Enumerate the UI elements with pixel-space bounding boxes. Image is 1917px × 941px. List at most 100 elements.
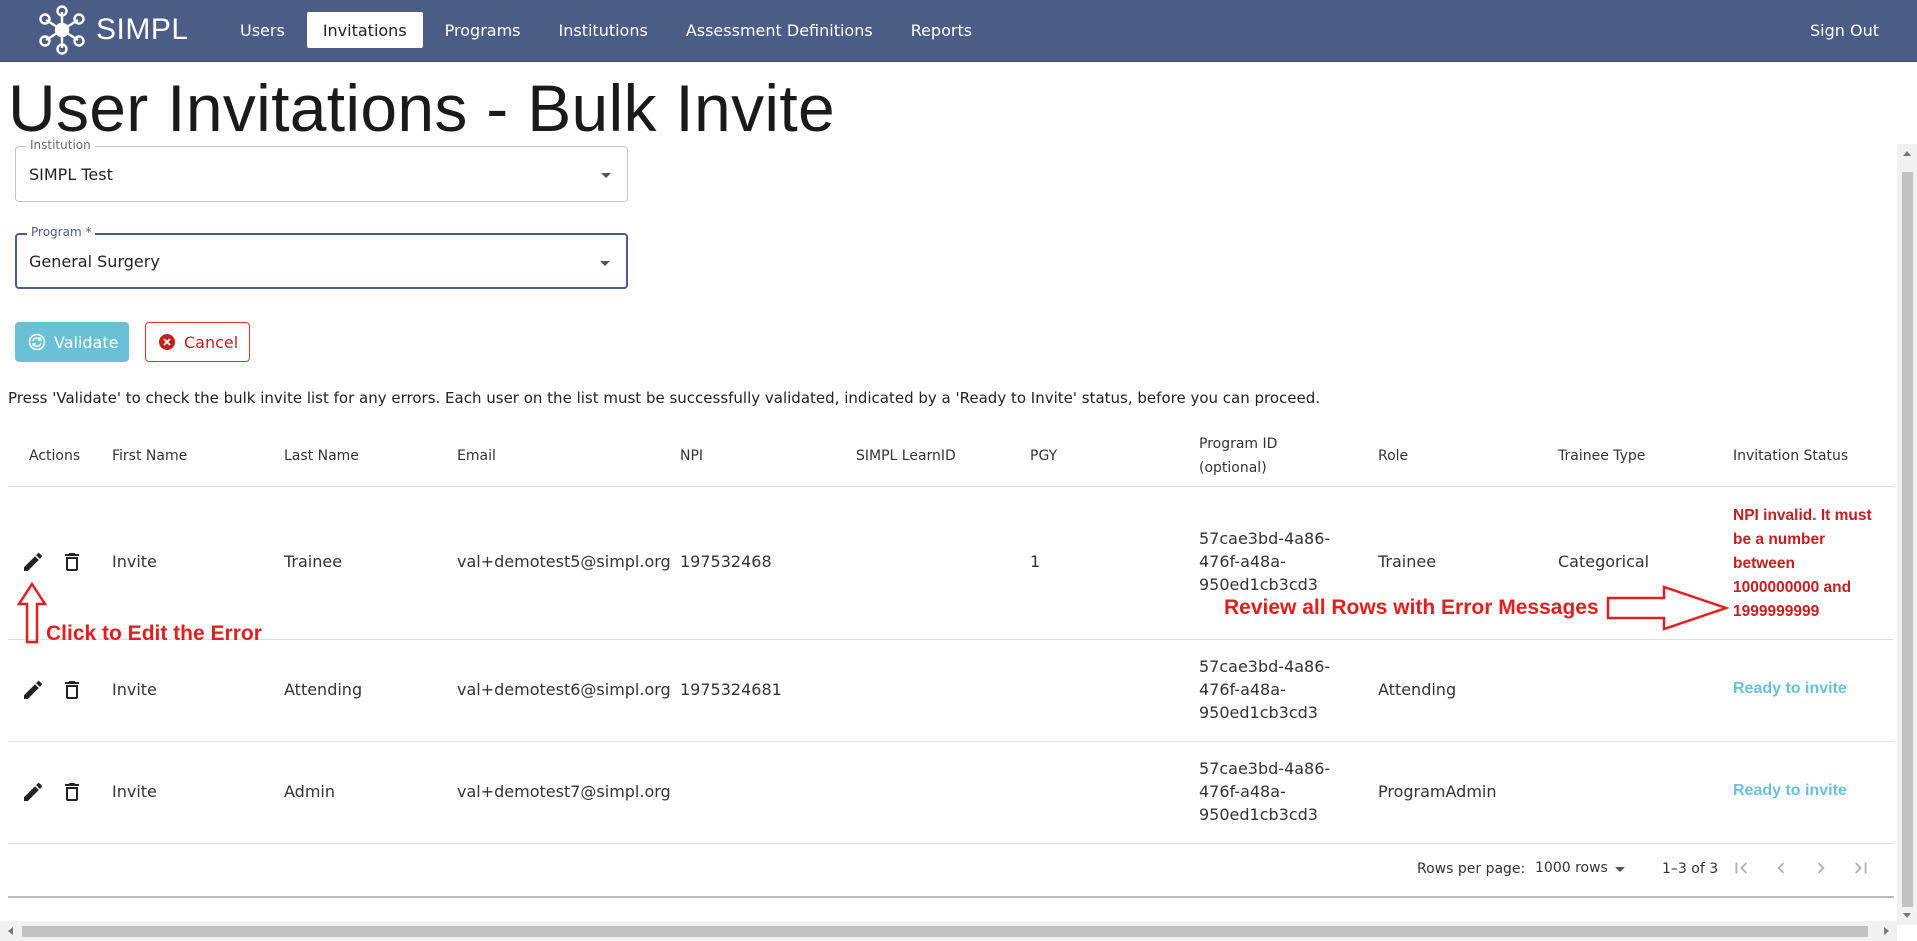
program-id-cell: 476f-a48a-	[1199, 782, 1286, 801]
error-line: between	[1733, 555, 1796, 572]
header-first-name[interactable]: First Name	[112, 444, 187, 468]
header-invitation-status[interactable]: Invitation Status	[1733, 444, 1848, 468]
header-program-id[interactable]: Program ID	[1199, 432, 1277, 456]
program-id-cell: 476f-a48a-	[1199, 680, 1286, 699]
last-name-cell: Attending	[284, 680, 363, 699]
nav-users[interactable]: Users	[224, 12, 301, 48]
nav-institutions[interactable]: Institutions	[543, 12, 664, 48]
cancel-circle-icon	[159, 334, 175, 350]
previous-page-icon[interactable]	[1770, 857, 1792, 879]
error-line: 1000000000 and	[1733, 579, 1852, 596]
header-role[interactable]: Role	[1378, 444, 1408, 468]
program-id-cell: 57cae3bd-4a86-	[1199, 529, 1331, 548]
header-actions: Actions	[29, 448, 81, 464]
program-id-cell: 950ed1cb3cd3	[1199, 575, 1318, 594]
edit-pencil-icon[interactable]	[21, 678, 45, 702]
app-name: SIMPL	[96, 13, 189, 46]
header-learn-id[interactable]: SIMPL LearnID	[856, 444, 956, 468]
nav-invitations[interactable]: Invitations	[306, 12, 423, 48]
rows-per-page-value: 1000 rows	[1535, 860, 1608, 876]
program-select[interactable]: Program * General Surgery	[15, 225, 628, 289]
status-ready: Ready to invite	[1733, 782, 1847, 799]
error-line: NPI invalid. It must	[1733, 507, 1872, 524]
nav-programs[interactable]: Programs	[429, 12, 537, 48]
scroll-left-arrow-icon[interactable]	[8, 927, 13, 935]
program-id-cell: 950ed1cb3cd3	[1199, 805, 1318, 824]
header-last-name[interactable]: Last Name	[284, 444, 359, 468]
right-arrow-annotation-icon	[1606, 585, 1730, 631]
page-range: 1–3 of 3	[1662, 861, 1719, 877]
main-nav: Users Invitations Programs Institutions …	[224, 12, 988, 48]
table-bottom-divider	[8, 896, 1894, 898]
header-pgy[interactable]: PGY	[1030, 444, 1057, 468]
vertical-scrollbar[interactable]	[1897, 144, 1917, 925]
header-trainee-type[interactable]: Trainee Type	[1558, 444, 1645, 468]
program-label: Program *	[27, 225, 96, 239]
dropdown-caret-icon	[600, 261, 610, 266]
network-logo-icon	[39, 5, 85, 55]
role-cell: ProgramAdmin	[1378, 782, 1497, 801]
edit-error-annotation: Click to Edit the Error	[46, 622, 262, 645]
sign-out-link[interactable]: Sign Out	[1810, 12, 1879, 48]
dropdown-caret-icon	[601, 173, 611, 178]
institution-select[interactable]: Institution SIMPL Test	[15, 138, 628, 202]
horizontal-scrollbar[interactable]	[0, 921, 1897, 941]
review-errors-annotation: Review all Rows with Error Messages	[1224, 596, 1599, 619]
cancel-label: Cancel	[184, 332, 239, 352]
trainee-type-cell: Categorical	[1558, 552, 1650, 571]
scroll-right-arrow-icon[interactable]	[1884, 927, 1889, 935]
app-logo[interactable]: SIMPL	[36, 2, 189, 58]
status-ready: Ready to invite	[1733, 680, 1847, 697]
header-npi[interactable]: NPI	[680, 444, 703, 468]
nav-assessment-definitions[interactable]: Assessment Definitions	[670, 12, 889, 48]
program-id-cell: 57cae3bd-4a86-	[1199, 759, 1331, 778]
validate-button[interactable]: Validate	[15, 322, 129, 362]
npi-cell: 1975324681	[680, 680, 782, 699]
cancel-button[interactable]: Cancel	[145, 322, 250, 362]
error-line: 1999999999	[1733, 603, 1820, 620]
email-cell: val+demotest7@simpl.org	[457, 782, 671, 801]
table-pagination: Rows per page: 1000 rows 1–3 of 3	[0, 843, 1886, 889]
header-program-id-optional: (optional)	[1199, 460, 1267, 476]
email-cell: val+demotest5@simpl.org	[457, 552, 671, 571]
delete-trash-icon[interactable]	[60, 780, 84, 804]
institution-label: Institution	[26, 138, 95, 152]
pgy-cell: 1	[1030, 552, 1041, 571]
email-cell: val+demotest6@simpl.org	[457, 680, 671, 699]
delete-trash-icon[interactable]	[60, 678, 84, 702]
scroll-down-arrow-icon[interactable]	[1903, 913, 1911, 918]
nav-reports[interactable]: Reports	[895, 12, 988, 48]
page-title: User Invitations - Bulk Invite	[8, 71, 835, 145]
first-page-icon[interactable]	[1730, 857, 1752, 879]
program-value: General Surgery	[29, 252, 160, 271]
rows-per-page-label: Rows per page:	[1417, 861, 1526, 877]
institution-value: SIMPL Test	[29, 165, 113, 184]
top-navigation-bar: SIMPL Users Invitations Programs Institu…	[0, 0, 1917, 62]
validate-label: Validate	[54, 332, 119, 352]
table-header: Actions First Name Last Name Email NPI S…	[8, 425, 1894, 487]
status-error-message: NPI invalid. It must be a number between…	[1733, 504, 1898, 624]
next-page-icon[interactable]	[1810, 857, 1832, 879]
last-name-cell: Trainee	[284, 552, 343, 571]
last-page-icon[interactable]	[1850, 857, 1872, 879]
edit-pencil-icon[interactable]	[21, 780, 45, 804]
horizontal-scroll-thumb[interactable]	[22, 926, 1868, 937]
first-name-cell: Invite	[112, 680, 157, 699]
error-line: be a number	[1733, 531, 1826, 548]
npi-cell: 197532468	[680, 552, 772, 571]
validation-instructions: Press 'Validate' to check the bulk invit…	[8, 389, 1321, 407]
up-arrow-annotation-icon	[16, 582, 48, 644]
vertical-scroll-thumb[interactable]	[1902, 172, 1913, 907]
edit-pencil-icon[interactable]	[21, 550, 45, 574]
scroll-up-arrow-icon[interactable]	[1903, 151, 1911, 156]
header-email[interactable]: Email	[457, 444, 496, 468]
program-id-cell: 57cae3bd-4a86-	[1199, 657, 1331, 676]
role-cell: Trainee	[1378, 552, 1437, 571]
last-name-cell: Admin	[284, 782, 335, 801]
table-row: Invite Admin val+demotest7@simpl.org 57c…	[8, 742, 1894, 844]
first-name-cell: Invite	[112, 782, 157, 801]
rows-per-page-select[interactable]: 1000 rows	[1535, 855, 1631, 881]
program-id-cell: 950ed1cb3cd3	[1199, 703, 1318, 722]
delete-trash-icon[interactable]	[60, 550, 84, 574]
first-name-cell: Invite	[112, 552, 157, 571]
